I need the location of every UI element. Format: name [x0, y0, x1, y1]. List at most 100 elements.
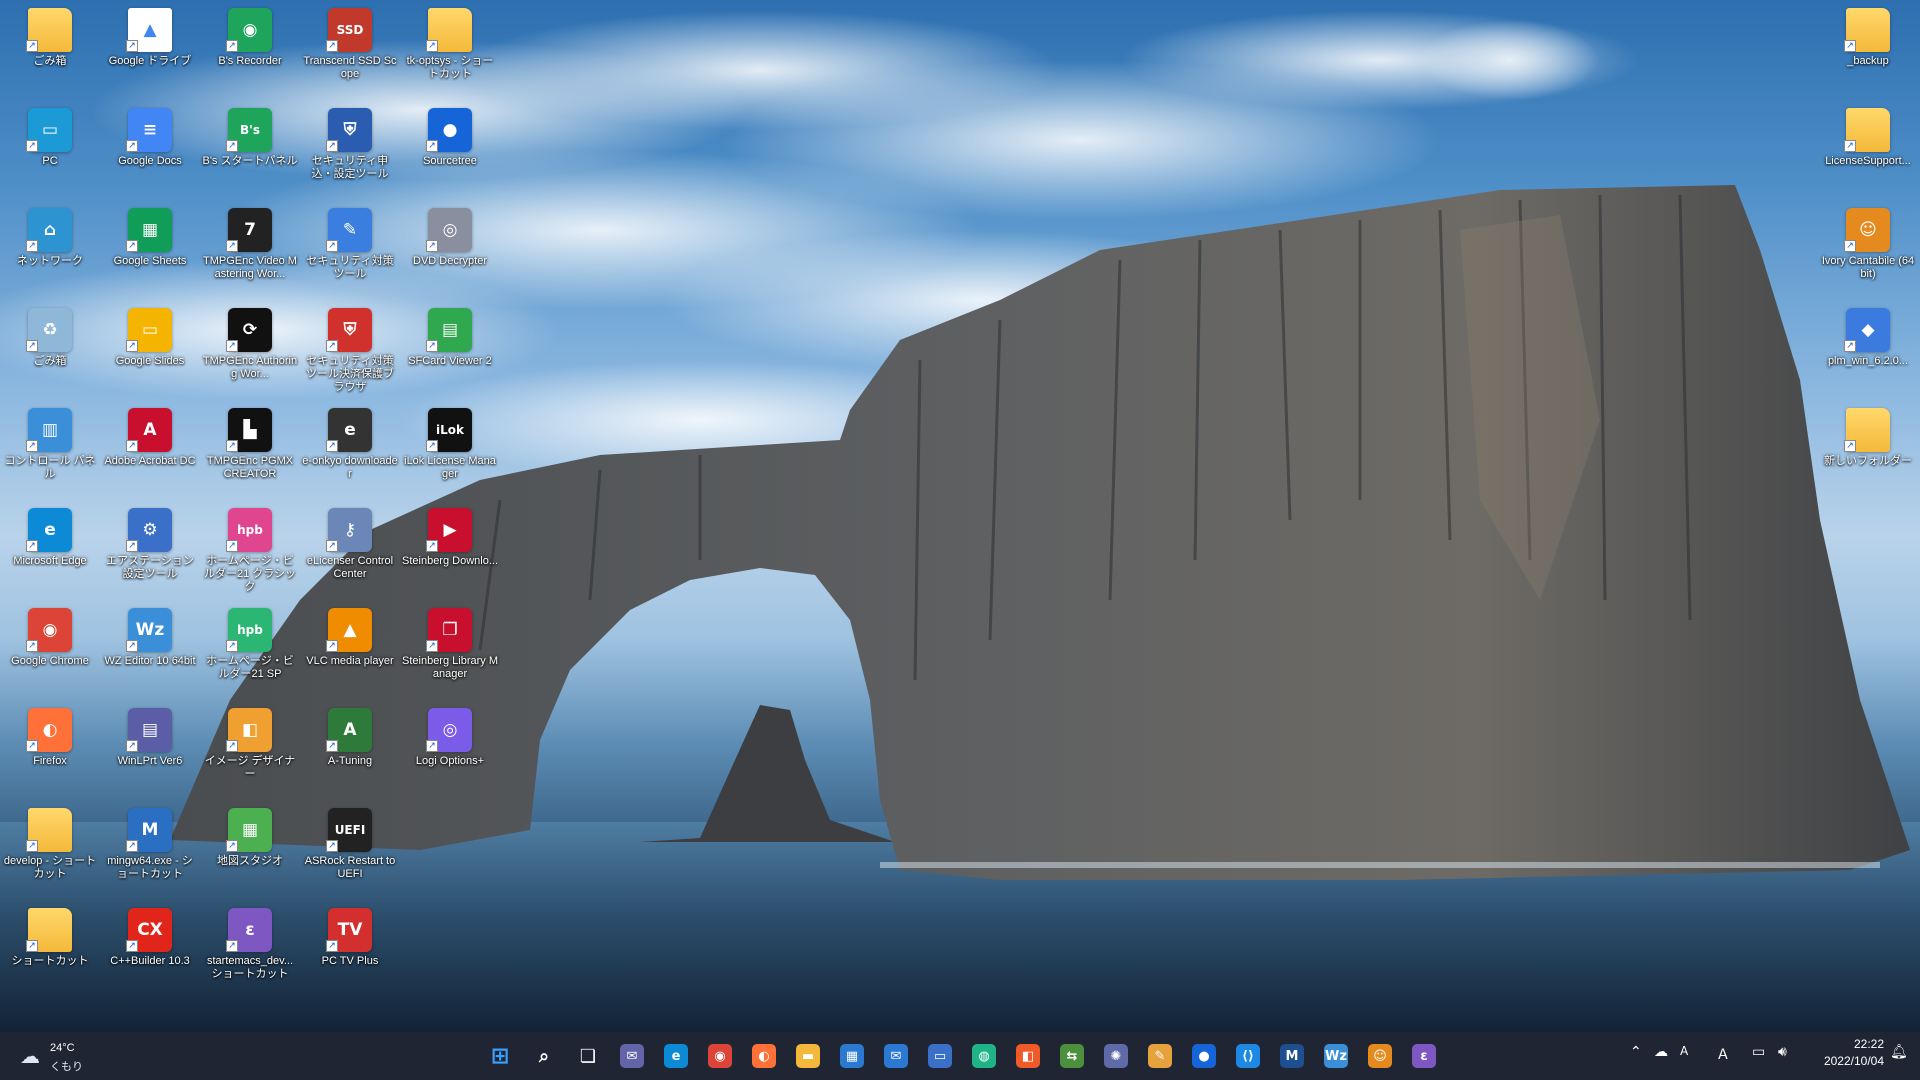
file-explorer-taskbar[interactable]: ▬: [792, 1040, 824, 1072]
app-green-icon: ◍: [972, 1044, 996, 1068]
desktop-icon[interactable]: ↗ ごみ箱: [2, 2, 98, 98]
app-tools-taskbar[interactable]: ✎: [1144, 1040, 1176, 1072]
desktop-icon[interactable]: ⌂ ↗ ネットワーク: [2, 202, 98, 298]
m-app-taskbar[interactable]: M: [1276, 1040, 1308, 1072]
wz-editor-taskbar[interactable]: Wz: [1320, 1040, 1352, 1072]
desktop-icon[interactable]: ✎ ↗ セキュリティ対策ツール: [302, 202, 398, 298]
app-settings-taskbar[interactable]: ✺: [1100, 1040, 1132, 1072]
desktop-icon[interactable]: e ↗ e-onkyo downloader: [302, 402, 398, 498]
desktop-icon[interactable]: CX ↗ C++Builder 10.3: [102, 902, 198, 998]
desktop-icon-label: ASRock Restart to UEFI: [304, 855, 396, 880]
desktop-icon[interactable]: ⛨ ↗ セキュリティ申込・設定ツール: [302, 102, 398, 198]
desktop-icon[interactable]: ◐ ↗ Firefox: [2, 702, 98, 798]
desktop-icon[interactable]: ◎ ↗ Logi Options+: [402, 702, 498, 798]
desktop-icon[interactable]: ◎ ↗ DVD Decrypter: [402, 202, 498, 298]
volume-icon[interactable]: 🔊︎: [1778, 1044, 1787, 1060]
store-taskbar[interactable]: ▦: [836, 1040, 868, 1072]
desktop-icon[interactable]: ↗ LicenseSupport...: [1820, 102, 1916, 198]
desktop-icon[interactable]: ▥ ↗ コントロール パネル: [2, 402, 98, 498]
shortcut-arrow-icon: ↗: [426, 540, 438, 552]
desktop-icon[interactable]: ▦ ↗ 地図スタジオ: [202, 802, 298, 898]
desktop-icon-label: A-Tuning: [327, 755, 373, 767]
shortcut-arrow-icon: ↗: [226, 40, 238, 52]
desktop-icon-label: TMPGEnc PGMX CREATOR: [206, 455, 294, 480]
app-connect-taskbar[interactable]: ⇆: [1056, 1040, 1088, 1072]
shortcut-arrow-icon: ↗: [326, 140, 338, 152]
desktop-icon[interactable]: ☺ ↗ Ivory Cantabile (64bit): [1820, 202, 1916, 298]
desktop-icon[interactable]: ▶ ↗ Steinberg Downlo...: [402, 502, 498, 598]
edge-taskbar[interactable]: e: [660, 1040, 692, 1072]
task-view-button[interactable]: ❏: [572, 1040, 604, 1072]
emacs-taskbar[interactable]: ε: [1408, 1040, 1440, 1072]
desktop-icon[interactable]: ▭ ↗ Google Slides: [102, 302, 198, 398]
desktop-icon[interactable]: e ↗ Microsoft Edge: [2, 502, 98, 598]
desktop-icon[interactable]: ◉ ↗ Google Chrome: [2, 602, 98, 698]
desktop-icon[interactable]: hpb ↗ ホームページ・ビルダー21 SP: [202, 602, 298, 698]
desktop-icon[interactable]: ↗ develop - ショートカット: [2, 802, 98, 898]
desktop-icon[interactable]: ▲ ↗ Google ドライブ: [102, 2, 198, 98]
firefox-taskbar[interactable]: ◐: [748, 1040, 780, 1072]
desktop-icon[interactable]: A ↗ A-Tuning: [302, 702, 398, 798]
desktop-icon-label: Logi Options+: [415, 755, 485, 767]
app-green-taskbar[interactable]: ◍: [968, 1040, 1000, 1072]
desktop-icon[interactable]: ⚙ ↗ エアステーション設定ツール: [102, 502, 198, 598]
desktop-icon[interactable]: ❐ ↗ Steinberg Library Manager: [402, 602, 498, 698]
sourcetree-taskbar[interactable]: ●: [1188, 1040, 1220, 1072]
desktop-icon-label: eLicenser Control Center: [306, 555, 394, 580]
desktop-icon[interactable]: UEFI ↗ ASRock Restart to UEFI: [302, 802, 398, 898]
mail-taskbar[interactable]: ✉: [880, 1040, 912, 1072]
desktop-icon[interactable]: ↗ 新しいフォルダー: [1820, 402, 1916, 498]
vscode-taskbar[interactable]: ⟨⟩: [1232, 1040, 1264, 1072]
desktop-icon[interactable]: ⚷ ↗ eLicenser Control Center: [302, 502, 398, 598]
desktop-icon[interactable]: ♻ ↗ ごみ箱: [2, 302, 98, 398]
ivory-taskbar[interactable]: ☺: [1364, 1040, 1396, 1072]
desktop-icon[interactable]: ↗ _backup: [1820, 2, 1916, 98]
desktop-icon[interactable]: ▤ ↗ WinLPrt Ver6: [102, 702, 198, 798]
desktop-icon[interactable]: hpb ↗ ホームページ・ビルダー21 クラシック: [202, 502, 298, 598]
desktop-icon[interactable]: ↗ ショートカット: [2, 902, 98, 998]
desktop-icon[interactable]: ◧ ↗ イメージ デザイナー: [202, 702, 298, 798]
desktop-icon[interactable]: ⟳ ↗ TMPGEnc Authoring Wor...: [202, 302, 298, 398]
desktop-icon-label: Google ドライブ: [108, 55, 192, 67]
desktop-icon[interactable]: ▦ ↗ Google Sheets: [102, 202, 198, 298]
search-button[interactable]: ⌕: [528, 1040, 560, 1072]
desktop-icon[interactable]: ▙ ↗ TMPGEnc PGMX CREATOR: [202, 402, 298, 498]
desktop-icon[interactable]: ▤ ↗ SFCard Viewer 2: [402, 302, 498, 398]
desktop-icon[interactable]: ⛨ ↗ セキュリティ対策ツール決済保護ブラウザ: [302, 302, 398, 398]
desktop-icon[interactable]: ◉ ↗ B's Recorder: [202, 2, 298, 98]
desktop-icon[interactable]: Wz ↗ WZ Editor 10 64bit: [102, 602, 198, 698]
file-explorer-icon: ▬: [796, 1044, 820, 1068]
start-button[interactable]: ⊞: [484, 1040, 516, 1072]
remote-taskbar[interactable]: ▭: [924, 1040, 956, 1072]
app-orange-taskbar[interactable]: ◧: [1012, 1040, 1044, 1072]
taskbar-clock[interactable]: 22:22 2022/10/04: [1800, 1036, 1884, 1070]
desktop-icon[interactable]: A ↗ Adobe Acrobat DC: [102, 402, 198, 498]
desktop-icon[interactable]: TV ↗ PC TV Plus: [302, 902, 398, 998]
onedrive-cloud-icon[interactable]: ☁: [1654, 1044, 1668, 1060]
desktop-icon[interactable]: ≡ ↗ Google Docs: [102, 102, 198, 198]
desktop-icon[interactable]: ε ↗ startemacs_dev... ショートカット: [202, 902, 298, 998]
desktop-icon[interactable]: B's ↗ B's スタートパネル: [202, 102, 298, 198]
desktop-icon[interactable]: ▭ ↗ PC: [2, 102, 98, 198]
desktop-icon-label: TMPGEnc Video Mastering Wor...: [203, 255, 297, 280]
ime-indicator[interactable]: A: [1680, 1044, 1688, 1058]
language-icon[interactable]: Ａ: [1716, 1044, 1730, 1064]
network-icon[interactable]: ▭: [1752, 1044, 1765, 1060]
desktop-icon[interactable]: ↗ tk-optsys - ショートカット: [402, 2, 498, 98]
chevron-up-icon[interactable]: ⌃: [1630, 1044, 1642, 1060]
desktop-icon[interactable]: iLok ↗ iLok License Manager: [402, 402, 498, 498]
desktop-icon[interactable]: ▲ ↗ VLC media player: [302, 602, 398, 698]
desktop-icon[interactable]: M ↗ mingw64.exe - ショートカット: [102, 802, 198, 898]
shortcut-arrow-icon: ↗: [426, 740, 438, 752]
chrome-taskbar[interactable]: ◉: [704, 1040, 736, 1072]
weather-widget[interactable]: ☁ 24°C くもり: [16, 1038, 106, 1074]
teams-chat-button[interactable]: ✉: [616, 1040, 648, 1072]
shortcut-arrow-icon: ↗: [26, 240, 38, 252]
desktop-icon[interactable]: 7 ↗ TMPGEnc Video Mastering Wor...: [202, 202, 298, 298]
desktop-icon[interactable]: SSD ↗ Transcend SSD Scope: [302, 2, 398, 98]
desktop-icon[interactable]: ◆ ↗ plm_win_6.2.0...: [1820, 302, 1916, 398]
desktop-icon[interactable]: ● ↗ Sourcetree: [402, 102, 498, 198]
desktop-icon-label: Ivory Cantabile (64bit): [1821, 255, 1915, 280]
notification-bell-icon[interactable]: 🔔︎: [1890, 1044, 1908, 1060]
app-settings-icon: ✺: [1104, 1044, 1128, 1068]
